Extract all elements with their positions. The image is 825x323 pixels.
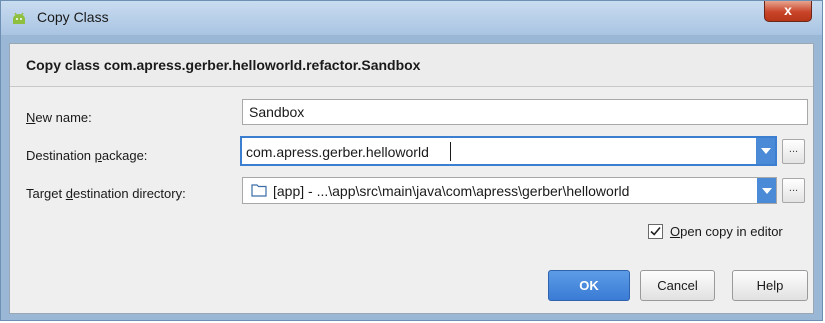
package-browse-button[interactable]: ... <box>782 139 805 164</box>
destination-package-label-end: ackage: <box>101 148 148 163</box>
directory-browse-button[interactable]: ... <box>782 178 805 203</box>
cancel-button[interactable]: Cancel <box>640 270 715 301</box>
target-directory-label-start: Target <box>26 186 66 201</box>
target-directory-combo[interactable]: [app] - ...\app\src\main\java\com\apress… <box>242 177 777 204</box>
target-directory-label: Target destination directory: <box>26 186 186 201</box>
text-cursor <box>450 142 451 161</box>
mnemonic-n: N <box>26 110 36 125</box>
target-directory-value[interactable]: [app] - ...\app\src\main\java\com\apress… <box>273 181 629 201</box>
new-name-label: New name: <box>26 110 92 125</box>
folder-icon <box>251 183 267 200</box>
dialog-header: Copy class com.apress.gerber.helloworld.… <box>10 44 813 87</box>
destination-package-combo[interactable]: com.apress.gerber.helloworld <box>240 136 777 166</box>
destination-package-value[interactable]: com.apress.gerber.helloworld <box>246 142 429 162</box>
copy-class-dialog: Copy Class x Copy class com.apress.gerbe… <box>0 0 823 321</box>
ok-button[interactable]: OK <box>548 270 630 301</box>
mnemonic-d: d <box>65 186 73 201</box>
close-button[interactable]: x <box>764 1 812 22</box>
android-icon <box>10 9 28 27</box>
title-bar[interactable]: Copy Class x <box>1 1 822 35</box>
destination-package-label-start: Destination <box>26 148 95 163</box>
mnemonic-p: p <box>94 148 102 163</box>
dialog-body: Copy class com.apress.gerber.helloworld.… <box>9 43 814 314</box>
open-copy-checkbox[interactable] <box>648 224 663 239</box>
open-copy-label-text: pen copy in editor <box>680 224 783 239</box>
open-copy-label[interactable]: Open copy in editor <box>670 224 783 239</box>
new-name-label-text: ew name: <box>35 110 92 125</box>
window-title: Copy Class <box>37 9 109 25</box>
dialog-header-text: Copy class com.apress.gerber.helloworld.… <box>26 57 421 73</box>
check-icon <box>650 226 661 236</box>
help-button[interactable]: Help <box>732 270 808 301</box>
new-name-input[interactable]: Sandbox <box>242 99 808 125</box>
close-icon: x <box>784 2 792 18</box>
mnemonic-o: O <box>670 224 681 239</box>
destination-package-label: Destination package: <box>26 148 147 163</box>
chevron-down-icon[interactable] <box>756 138 775 164</box>
chevron-down-icon[interactable] <box>757 178 776 203</box>
target-directory-label-end: estination directory: <box>72 186 186 201</box>
